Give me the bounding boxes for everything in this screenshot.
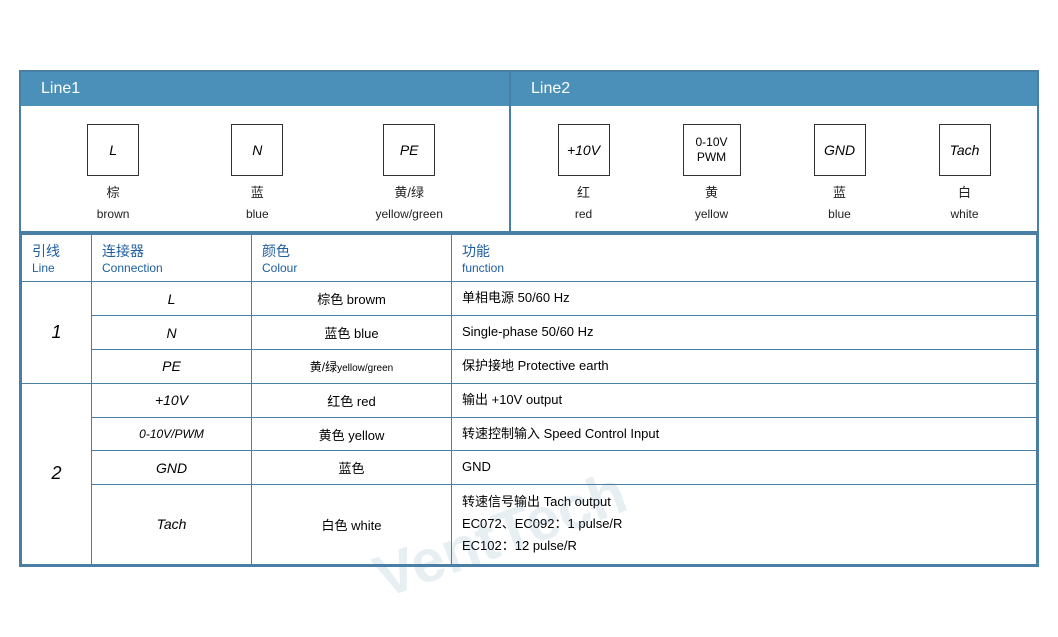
table-row: 1 L 棕色 browm 单相电源 50/60 Hz bbox=[22, 282, 1037, 316]
connector-10V: +10V 红 red bbox=[558, 124, 610, 221]
header-row: Line1 Line2 bbox=[21, 72, 1037, 106]
label-en-PE: yellow/green bbox=[376, 207, 443, 221]
header-conn-cell: 连接器 Connection bbox=[92, 234, 252, 282]
label-zh-L: 棕 bbox=[107, 182, 120, 201]
line2-num: 2 bbox=[22, 383, 92, 564]
func-Tach-cell: 转速信号输出 Tach output EC072、EC092：1 pulse/R… bbox=[452, 485, 1037, 564]
func-10V-cell: 输出 +10V output bbox=[452, 383, 1037, 417]
label-en-L: brown bbox=[97, 207, 130, 221]
conn-GND-cell: GND bbox=[92, 451, 252, 485]
line1-header: Line1 bbox=[21, 72, 511, 106]
func-L-cell: 单相电源 50/60 Hz bbox=[452, 282, 1037, 316]
conn-PWM-cell: 0-10V/PWM bbox=[92, 417, 252, 451]
label-en-N: blue bbox=[246, 207, 269, 221]
label-en-10V: red bbox=[575, 207, 592, 221]
table-header: 引线 Line 连接器 Connection 颜色 Colour 功能 func… bbox=[22, 234, 1037, 282]
header-conn-en: Connection bbox=[102, 261, 241, 275]
box-label-N: N bbox=[252, 142, 262, 158]
colour-10V-cell: 红色 red bbox=[252, 383, 452, 417]
func-PWM-cell: 转速控制输入 Speed Control Input bbox=[452, 417, 1037, 451]
header-colour-en: Colour bbox=[262, 261, 441, 275]
connector-Tach: Tach 白 white bbox=[939, 124, 991, 221]
label-zh-10V: 红 bbox=[577, 182, 590, 201]
label-zh-N: 蓝 bbox=[251, 182, 264, 201]
colour-N-cell: 蓝色 blue bbox=[252, 316, 452, 350]
box-label-PWM: 0-10VPWM bbox=[695, 135, 727, 166]
connector-box-PWM: 0-10VPWM bbox=[683, 124, 741, 176]
table-row: 2 +10V 红色 red 输出 +10V output bbox=[22, 383, 1037, 417]
header-func-zh: 功能 bbox=[462, 241, 1026, 261]
conn-10V-cell: +10V bbox=[92, 383, 252, 417]
connector-GND: GND 蓝 blue bbox=[814, 124, 866, 221]
header-line-zh: 引线 bbox=[32, 241, 81, 261]
connector-box-Tach: Tach bbox=[939, 124, 991, 176]
colour-PE-cell: 黄/绿yellow/green bbox=[252, 350, 452, 384]
header-colour-cell: 颜色 Colour bbox=[252, 234, 452, 282]
connector-box-10V: +10V bbox=[558, 124, 610, 176]
connector-L: L 棕 brown bbox=[87, 124, 139, 221]
box-label-10V: +10V bbox=[567, 142, 600, 158]
main-container: Line1 Line2 L 棕 brown N 蓝 blue PE 黄/绿 bbox=[19, 70, 1039, 566]
connector-PWM: 0-10VPWM 黄 yellow bbox=[683, 124, 741, 221]
table-row: 0-10V/PWM 黄色 yellow 转速控制输入 Speed Control… bbox=[22, 417, 1037, 451]
header-func-en: function bbox=[462, 261, 1026, 275]
diagram-line2: +10V 红 red 0-10VPWM 黄 yellow GND 蓝 blue … bbox=[511, 106, 1037, 231]
label-en-Tach: white bbox=[950, 207, 978, 221]
header-func-cell: 功能 function bbox=[452, 234, 1037, 282]
box-label-Tach: Tach bbox=[950, 142, 980, 158]
conn-N-cell: N bbox=[92, 316, 252, 350]
colour-PWM-cell: 黄色 yellow bbox=[252, 417, 452, 451]
table-row: N 蓝色 blue Single-phase 50/60 Hz bbox=[22, 316, 1037, 350]
connector-N: N 蓝 blue bbox=[231, 124, 283, 221]
table-row: PE 黄/绿yellow/green 保护接地 Protective earth bbox=[22, 350, 1037, 384]
colour-GND-cell: 蓝色 bbox=[252, 451, 452, 485]
wiring-table: 引线 Line 连接器 Connection 颜色 Colour 功能 func… bbox=[21, 233, 1037, 564]
label-zh-GND: 蓝 bbox=[833, 182, 846, 201]
func-PE-cell: 保护接地 Protective earth bbox=[452, 350, 1037, 384]
connector-box-GND: GND bbox=[814, 124, 866, 176]
label-en-GND: blue bbox=[828, 207, 851, 221]
connector-box-L: L bbox=[87, 124, 139, 176]
connector-box-PE: PE bbox=[383, 124, 435, 176]
header-conn-zh: 连接器 bbox=[102, 241, 241, 261]
table-row: GND 蓝色 GND bbox=[22, 451, 1037, 485]
box-label-L: L bbox=[109, 142, 117, 158]
colour-Tach-cell: 白色 white bbox=[252, 485, 452, 564]
line1-num: 1 bbox=[22, 282, 92, 383]
connector-PE: PE 黄/绿 yellow/green bbox=[376, 124, 443, 221]
diagram-row: L 棕 brown N 蓝 blue PE 黄/绿 yellow/green bbox=[21, 106, 1037, 233]
conn-PE-cell: PE bbox=[92, 350, 252, 384]
label-zh-Tach: 白 bbox=[958, 182, 971, 201]
label-en-PWM: yellow bbox=[695, 207, 728, 221]
table-row: Tach 白色 white 转速信号输出 Tach output EC072、E… bbox=[22, 485, 1037, 564]
box-label-GND: GND bbox=[824, 142, 855, 158]
diagram-line1: L 棕 brown N 蓝 blue PE 黄/绿 yellow/green bbox=[21, 106, 511, 231]
box-label-PE: PE bbox=[400, 142, 419, 158]
main-wrapper: Line1 Line2 L 棕 brown N 蓝 blue PE 黄/绿 bbox=[19, 70, 1039, 566]
label-zh-PWM: 黄 bbox=[705, 182, 718, 201]
colour-L-cell: 棕色 browm bbox=[252, 282, 452, 316]
header-line-en: Line bbox=[32, 261, 81, 275]
header-line-cell: 引线 Line bbox=[22, 234, 92, 282]
connector-box-N: N bbox=[231, 124, 283, 176]
line2-header: Line2 bbox=[511, 72, 1037, 106]
header-colour-zh: 颜色 bbox=[262, 241, 441, 261]
func-N-cell: Single-phase 50/60 Hz bbox=[452, 316, 1037, 350]
func-GND-cell: GND bbox=[452, 451, 1037, 485]
conn-Tach-cell: Tach bbox=[92, 485, 252, 564]
conn-L-cell: L bbox=[92, 282, 252, 316]
label-zh-PE: 黄/绿 bbox=[394, 182, 424, 201]
